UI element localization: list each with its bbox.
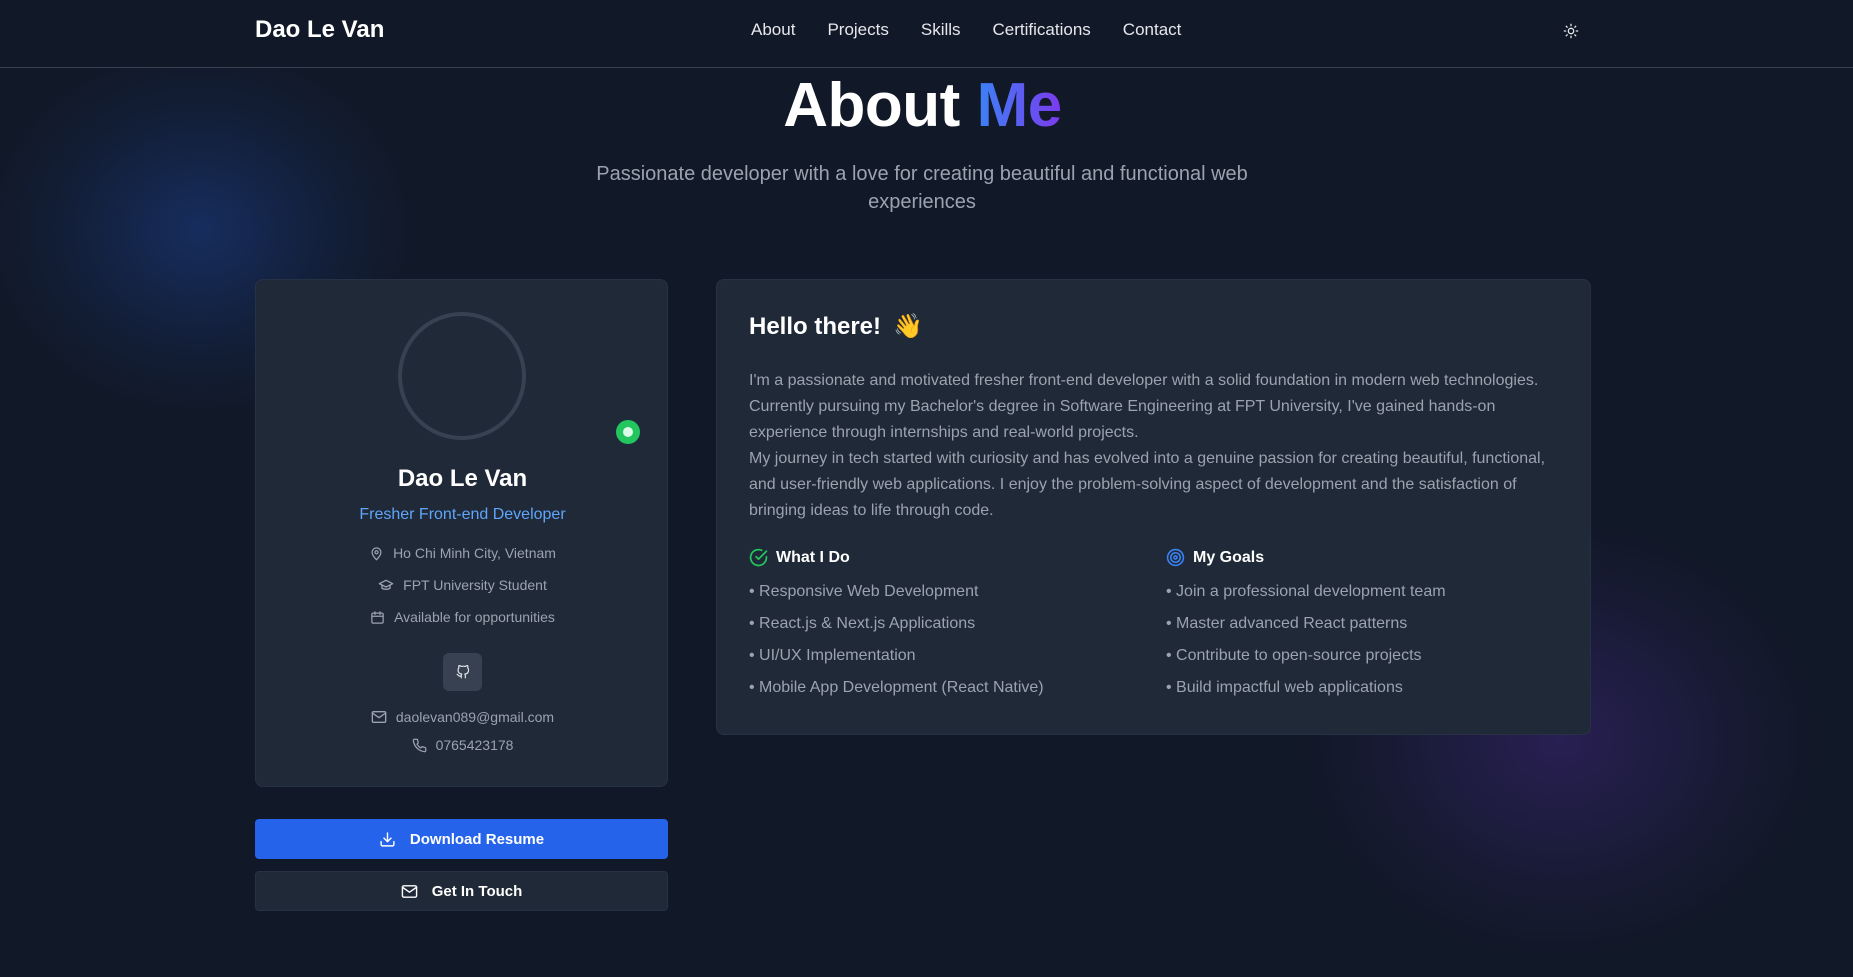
mail-icon [371, 711, 387, 723]
availability-text: Available for opportunities [394, 609, 555, 625]
download-resume-button[interactable]: Download Resume [255, 819, 668, 859]
phone-icon [412, 738, 426, 752]
github-icon [456, 665, 469, 679]
my-goals-heading: My Goals [1166, 548, 1546, 567]
greeting-text: Hello there! [749, 312, 882, 340]
my-goals-section: My Goals • Join a professional developme… [1166, 548, 1546, 709]
profile-role: Fresher Front-end Developer [359, 506, 566, 523]
nav-link-certifications[interactable]: Certifications [993, 20, 1091, 40]
list-item: • React.js & Next.js Applications [749, 615, 976, 632]
list-item: • Mobile App Development (React Native) [749, 679, 1044, 696]
what-i-do-list: • Responsive Web Development • React.js … [749, 581, 1129, 709]
list-item: • Master advanced React patterns [1166, 615, 1408, 632]
waving-hand-icon: 👋 [893, 313, 923, 340]
avatar [398, 312, 526, 440]
what-i-do-heading: What I Do [749, 548, 1129, 567]
page-subtitle: Passionate developer with a love for cre… [596, 163, 1248, 213]
location-text: Ho Chi Minh City, Vietnam [393, 545, 556, 561]
github-link-button[interactable] [443, 653, 482, 691]
profile-name: Dao Le Van [397, 465, 528, 492]
check-circle-icon [749, 548, 768, 567]
target-icon [1166, 548, 1185, 567]
email-link[interactable]: daolevan089@gmail.com [396, 709, 554, 725]
my-goals-title: My Goals [1193, 548, 1265, 566]
my-goals-list: • Join a professional development team •… [1166, 581, 1546, 709]
nav-link-about[interactable]: About [751, 20, 795, 40]
nav-link-contact[interactable]: Contact [1123, 20, 1182, 40]
brand-logo[interactable]: Dao Le Van [255, 16, 384, 44]
about-card: Hello there! 👋 I'm a passionate and moti… [716, 279, 1591, 735]
nav-links: About Projects Skills Certifications Con… [751, 20, 1181, 40]
graduation-cap-icon [378, 579, 394, 590]
page-title: About Me [0, 70, 1845, 141]
email-row: daolevan089@gmail.com [256, 709, 669, 725]
location-row: Ho Chi Minh City, Vietnam [256, 545, 669, 561]
list-item: • Responsive Web Development [749, 583, 979, 600]
what-i-do-section: What I Do • Responsive Web Development •… [749, 548, 1129, 709]
profile-card: Dao Le Van Fresher Front-end Developer H… [255, 279, 668, 787]
top-navbar: Dao Le Van About Projects Skills Certifi… [0, 0, 1853, 68]
list-item: • Join a professional development team [1166, 583, 1446, 600]
list-item: • Build impactful web applications [1166, 679, 1403, 696]
theme-toggle-button[interactable] [1560, 20, 1582, 42]
bio-paragraph-1: I'm a passionate and motivated fresher f… [749, 372, 1539, 441]
what-i-do-title: What I Do [776, 548, 850, 566]
education-text: FPT University Student [403, 577, 547, 593]
page-title-accent: Me [976, 71, 1063, 140]
online-status-badge [616, 420, 640, 444]
download-icon [380, 831, 395, 847]
availability-row: Available for opportunities [256, 609, 669, 625]
education-row: FPT University Student [256, 577, 669, 593]
mail-icon [401, 884, 418, 898]
bio-paragraph-2: My journey in tech started with curiosit… [749, 450, 1546, 519]
sun-icon [1563, 23, 1579, 39]
phone-link[interactable]: 0765423178 [436, 737, 514, 753]
greeting-heading: Hello there! 👋 [749, 312, 923, 341]
nav-link-projects[interactable]: Projects [827, 20, 888, 40]
list-item: • UI/UX Implementation [749, 647, 916, 664]
calendar-icon [371, 610, 384, 624]
get-in-touch-button[interactable]: Get In Touch [255, 871, 668, 911]
phone-row: 0765423178 [256, 737, 669, 753]
page-title-main: About [783, 71, 960, 140]
bio-text: I'm a passionate and motivated fresher f… [749, 368, 1569, 524]
nav-link-skills[interactable]: Skills [921, 20, 961, 40]
map-pin-icon [371, 546, 382, 560]
download-resume-label: Download Resume [409, 830, 545, 848]
get-in-touch-label: Get In Touch [431, 882, 523, 900]
list-item: • Contribute to open-source projects [1166, 647, 1422, 664]
